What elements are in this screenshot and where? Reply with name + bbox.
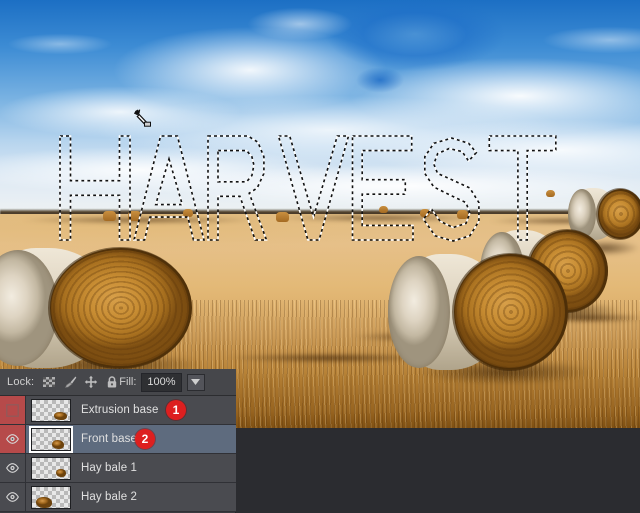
thumbnail-content [52,439,64,449]
layer-thumbnail[interactable] [29,425,73,453]
distant-hay-bale [128,211,141,221]
distant-hay-bale [420,209,430,217]
hay-bale-front-left [0,242,192,372]
layer-visibility-eye-icon[interactable] [0,454,26,482]
chevron-down-icon[interactable] [186,373,205,391]
thumbnail-content [54,411,67,420]
photoshop-window: Lock: Fill: 100% Extrusion base 1 Front … [0,0,640,513]
fill-control-group[interactable]: Fill: 100% [119,372,205,392]
field-dark-row [0,216,290,224]
lock-icon-group [42,375,119,389]
distant-hay-bale [457,210,468,219]
lock-all-lock-icon[interactable] [105,375,119,389]
sky-region [0,0,640,214]
annotation-badge: 2 [135,429,155,449]
layer-row[interactable]: Hay bale 1 [0,454,236,483]
distant-hay-bale [183,209,193,217]
fill-label: Fill: [119,376,137,388]
lock-image-pixels-brush-icon[interactable] [63,375,77,389]
lock-label: Lock: [7,376,35,388]
layers-panel[interactable]: Lock: Fill: 100% Extrusion base 1 Front … [0,369,236,513]
layer-thumbnail[interactable] [31,456,71,480]
layer-name-label: Front base [81,433,137,445]
thumbnail-content [36,496,52,508]
distant-hay-bale [103,211,116,221]
annotation-badge: 1 [166,400,186,420]
image-canvas[interactable] [0,0,640,428]
layer-row[interactable]: Hay bale 2 [0,483,236,512]
layer-visibility-off-icon[interactable] [0,396,26,424]
thumbnail-content [56,468,66,477]
fill-value-input[interactable]: 100% [141,372,182,392]
layer-row-list[interactable]: Extrusion base 1 Front base 2 Hay bale 1 Hay … [0,396,236,512]
lock-transparent-pixels-icon[interactable] [42,375,56,389]
distant-hay-bale [379,206,388,213]
layer-name-label: Hay bale 1 [81,462,137,474]
lock-position-move-icon[interactable] [84,375,98,389]
layer-row[interactable]: Extrusion base 1 [0,396,236,425]
hay-bale-front-right [388,248,568,374]
layer-visibility-eye-icon[interactable] [0,483,26,511]
distant-hay-bale [276,212,289,222]
distant-hay-bale [546,190,555,197]
layer-row[interactable]: Front base 2 [0,425,236,454]
layer-visibility-eye-icon[interactable] [0,425,26,453]
layer-thumbnail[interactable] [31,398,71,422]
magic-wand-cursor [132,108,154,130]
layer-name-label: Extrusion base [81,404,159,416]
layers-lock-bar: Lock: Fill: 100% [0,369,236,396]
layer-thumbnail[interactable] [31,485,71,509]
layer-name-label: Hay bale 2 [81,491,137,503]
